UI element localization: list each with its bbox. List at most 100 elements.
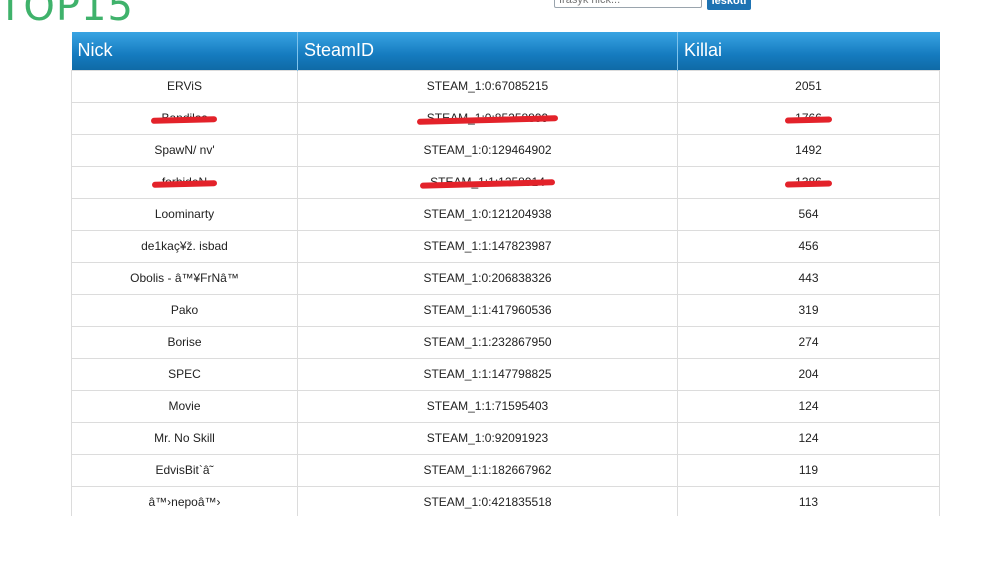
column-header-steamid: SteamID	[297, 32, 678, 70]
steamid-cell: STEAM_1:0:206838326	[297, 261, 678, 295]
kills-cell: 2051	[677, 69, 940, 103]
steamid-cell-text: STEAM_1:1:182667962	[423, 463, 552, 477]
steamid-cell: STEAM_1:0:129464902	[297, 133, 678, 167]
nick-cell-text: Pako	[170, 303, 199, 317]
steamid-cell: STEAM_1:1:1258914	[297, 165, 678, 199]
kills-cell: 124	[677, 389, 940, 423]
steamid-cell: STEAM_1:0:92091923	[297, 421, 678, 455]
viewport-bottom	[0, 516, 1000, 562]
table-row: ERViS STEAM_1:0:67085215 2051	[71, 69, 940, 103]
table-row: SpawN/ nv' STEAM_1:0:129464902 1492	[71, 133, 940, 167]
kills-cell: 1386	[677, 165, 940, 199]
table-row: EdvisBit`â˜ STEAM_1:1:182667962 119	[71, 453, 940, 487]
kills-cell-text: 113	[798, 495, 819, 509]
steamid-cell-text: STEAM_1:0:121204938	[423, 207, 552, 221]
table-header-row: Nick SteamID Killai	[71, 32, 940, 70]
table-row: Obolis - â™¥FrNâ™ STEAM_1:0:206838326 443	[71, 261, 940, 295]
kills-cell-text: 319	[798, 303, 819, 317]
kills-cell-text: 1492	[795, 143, 822, 157]
nick-cell-text: Borise	[167, 335, 202, 349]
kills-cell: 319	[677, 293, 940, 327]
nick-cell: Obolis - â™¥FrNâ™	[71, 261, 298, 295]
steamid-cell-text: STEAM_1:1:147823987	[423, 239, 552, 253]
ranking-table-body: ERViS STEAM_1:0:67085215 2051 Bandilas STEAM…	[71, 69, 940, 519]
site-logo[interactable]: TOP15	[0, 0, 134, 30]
kills-cell-text: 456	[798, 239, 819, 253]
nick-cell: Borise	[71, 325, 298, 359]
nick-cell: Bandilas	[71, 101, 298, 135]
kills-cell-text: 124	[798, 431, 819, 445]
steamid-cell: STEAM_1:1:147823987	[297, 229, 678, 263]
table-row: Pako STEAM_1:1:417960536 319	[71, 293, 940, 327]
steamid-cell-text: STEAM_1:0:92091923	[426, 431, 549, 445]
search-button[interactable]: Ieskoti	[707, 0, 751, 10]
kills-cell: 274	[677, 325, 940, 359]
nick-cell-text: forbideN	[161, 175, 208, 189]
kills-cell: 124	[677, 421, 940, 455]
kills-cell-text: 1766	[795, 111, 822, 125]
nick-cell: Loominarty	[71, 197, 298, 231]
nick-cell: EdvisBit`â˜	[71, 453, 298, 487]
kills-cell-text: 274	[798, 335, 819, 349]
kills-cell-text: 2051	[795, 79, 822, 93]
nick-cell: ERViS	[71, 69, 298, 103]
kills-cell: 443	[677, 261, 940, 295]
nick-cell-text: SPEC	[168, 367, 201, 381]
steamid-cell-text: STEAM_1:1:147798825	[423, 367, 552, 381]
nick-cell: Movie	[71, 389, 298, 423]
kills-cell-text: 204	[798, 367, 819, 381]
kills-cell-text: 124	[798, 399, 819, 413]
nick-cell: SPEC	[71, 357, 298, 391]
nick-cell-text: SpawN/ nv'	[154, 143, 215, 157]
kills-cell: 1492	[677, 133, 940, 167]
steamid-cell-text: STEAM_1:1:232867950	[423, 335, 552, 349]
steamid-cell: STEAM_1:0:85258899	[297, 101, 678, 135]
nick-cell: SpawN/ nv'	[71, 133, 298, 167]
steamid-cell: STEAM_1:1:71595403	[297, 389, 678, 423]
kills-cell-text: 1386	[795, 175, 822, 189]
nick-cell-text: Bandilas	[161, 111, 208, 125]
table-row: SPEC STEAM_1:1:147798825 204	[71, 357, 940, 391]
table-row: forbideN STEAM_1:1:1258914 1386	[71, 165, 940, 199]
nick-cell: forbideN	[71, 165, 298, 199]
table-row: â™›nepoâ™› STEAM_1:0:421835518 113	[71, 485, 940, 519]
table-row: Borise STEAM_1:1:232867950 274	[71, 325, 940, 359]
nick-cell: de1kaç¥ž. isbad	[71, 229, 298, 263]
steamid-cell-text: STEAM_1:0:129464902	[423, 143, 552, 157]
steamid-cell-text: STEAM_1:0:421835518	[423, 495, 552, 509]
nick-cell-text: Mr. No Skill	[154, 431, 215, 445]
table-row: Bandilas STEAM_1:0:85258899 1766	[71, 101, 940, 135]
steamid-cell-text: STEAM_1:1:1258914	[430, 175, 545, 189]
kills-cell-text: 119	[798, 463, 819, 477]
steamid-cell-text: STEAM_1:0:67085215	[426, 79, 549, 93]
steamid-cell-text: STEAM_1:1:71595403	[426, 399, 549, 413]
steamid-cell-text: STEAM_1:0:206838326	[423, 271, 552, 285]
ranking-table: Nick SteamID Killai ERViS STEAM_1:0:67085…	[71, 32, 940, 519]
steamid-cell: STEAM_1:1:417960536	[297, 293, 678, 327]
kills-cell: 119	[677, 453, 940, 487]
kills-cell-text: 443	[798, 271, 819, 285]
nick-cell-text: Loominarty	[154, 207, 215, 221]
nick-cell-text: EdvisBit`â˜	[155, 463, 214, 477]
column-header-kills: Killai	[677, 32, 940, 70]
steamid-cell: STEAM_1:1:232867950	[297, 325, 678, 359]
kills-cell-text: 564	[798, 207, 819, 221]
steamid-cell-text: STEAM_1:1:417960536	[423, 303, 552, 317]
search-input[interactable]	[554, 0, 702, 8]
nick-cell: Mr. No Skill	[71, 421, 298, 455]
steamid-cell: STEAM_1:1:182667962	[297, 453, 678, 487]
kills-cell: 564	[677, 197, 940, 231]
nick-cell-text: Movie	[168, 399, 201, 413]
nick-cell: Pako	[71, 293, 298, 327]
steamid-cell: STEAM_1:0:121204938	[297, 197, 678, 231]
nick-cell-text: â™›nepoâ™›	[148, 495, 221, 509]
steamid-cell: STEAM_1:0:67085215	[297, 69, 678, 103]
table-row: Movie STEAM_1:1:71595403 124	[71, 389, 940, 423]
nick-cell: â™›nepoâ™›	[71, 485, 298, 519]
nick-cell-text: Obolis - â™¥FrNâ™	[130, 271, 239, 285]
steamid-cell: STEAM_1:1:147798825	[297, 357, 678, 391]
column-header-nick: Nick	[71, 32, 298, 70]
page: TOP15 Ieskoti Nick SteamID Killai ERViS S…	[0, 0, 1000, 562]
steamid-cell: STEAM_1:0:421835518	[297, 485, 678, 519]
nick-cell-text: de1kaç¥ž. isbad	[141, 239, 228, 253]
